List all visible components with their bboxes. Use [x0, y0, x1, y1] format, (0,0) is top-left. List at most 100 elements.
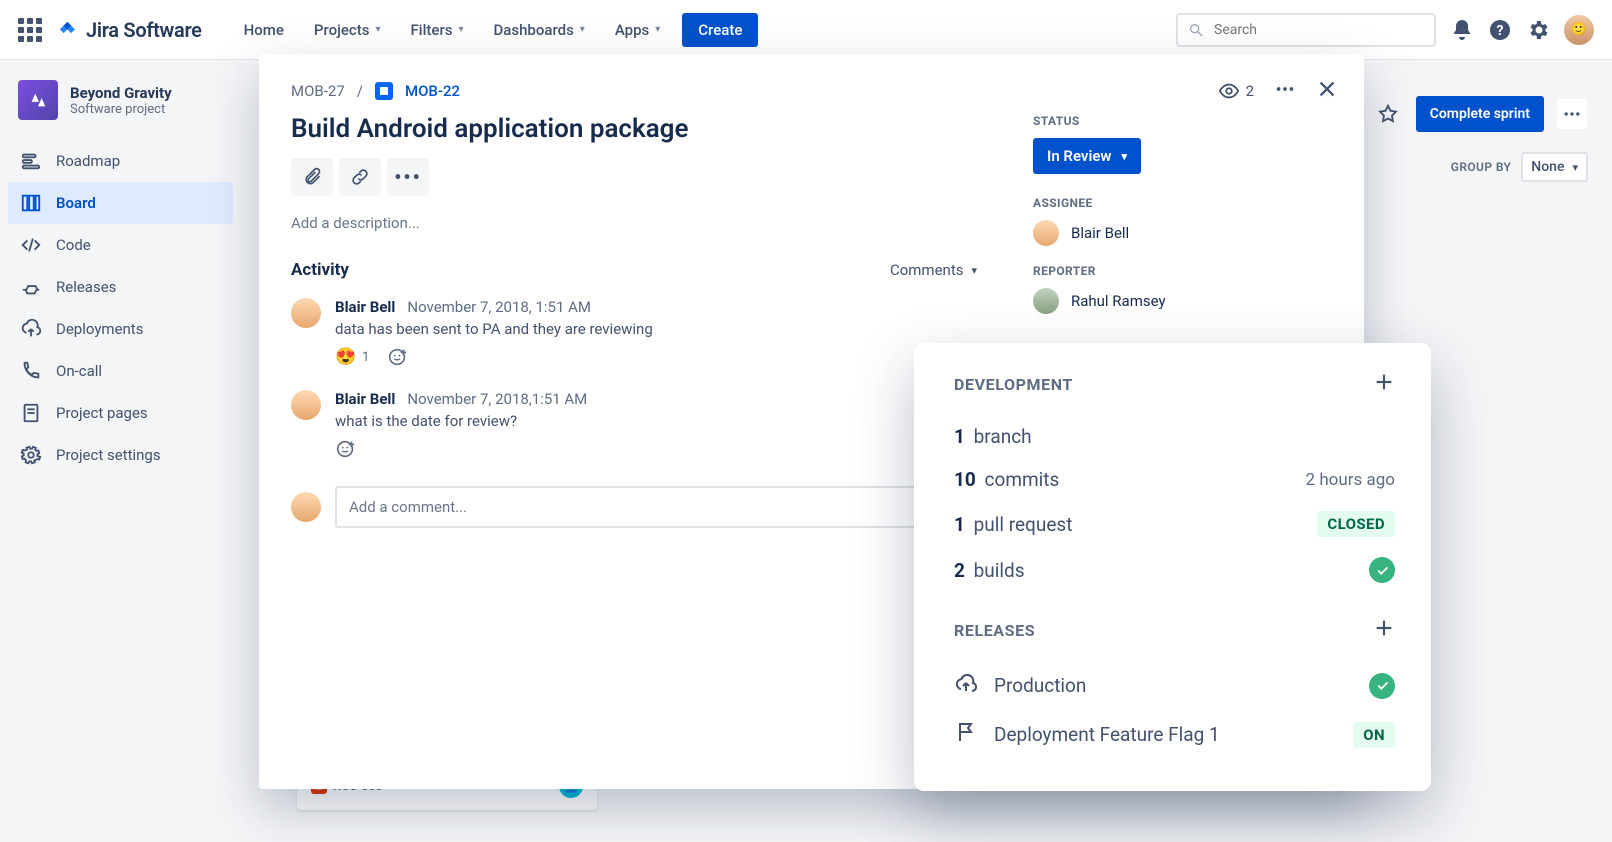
pr-status-badge: CLOSED	[1317, 511, 1395, 537]
dev-branch-row[interactable]: 1 branch	[954, 415, 1395, 458]
project-icon	[18, 80, 58, 120]
link-button[interactable]	[339, 158, 381, 196]
more-icon: •••	[394, 167, 422, 187]
comment-avatar[interactable]	[291, 298, 321, 328]
svg-text:?: ?	[1497, 23, 1504, 39]
reporter-field[interactable]: Rahul Ramsey	[1033, 288, 1334, 314]
development-panel: DEVELOPMENT 1 branch 10 commits2 hours a…	[914, 343, 1431, 791]
comment-body: data has been sent to PA and they are re…	[335, 320, 977, 338]
dev-pr-row[interactable]: 1 pull requestCLOSED	[954, 501, 1395, 547]
assignee-label: ASSIGNEE	[1033, 196, 1334, 210]
add-development-icon[interactable]	[1373, 371, 1395, 397]
comment-body: what is the date for review?	[335, 412, 977, 430]
release-flag-row[interactable]: Deployment Feature Flag 1 ON	[954, 710, 1395, 759]
flag-status-badge: ON	[1353, 722, 1395, 748]
comment-date: November 7, 2018,1:51 AM	[407, 390, 587, 408]
star-icon[interactable]	[1372, 98, 1404, 130]
attachment-icon	[302, 167, 322, 187]
board-icon	[20, 192, 42, 214]
board-more-icon[interactable]	[1556, 98, 1588, 130]
activity-filter[interactable]: Comments▾	[890, 261, 977, 279]
search-input[interactable]	[1212, 21, 1424, 39]
issue-key[interactable]: MOB-22	[405, 82, 460, 100]
close-icon[interactable]	[1316, 78, 1338, 104]
comment-avatar[interactable]	[291, 390, 321, 420]
help-icon[interactable]: ?	[1488, 18, 1512, 42]
global-search[interactable]	[1176, 13, 1436, 47]
comment-author[interactable]: Blair Bell	[335, 390, 395, 408]
flag-icon	[954, 720, 980, 749]
project-sidebar: Beyond Gravity Software project Roadmap …	[0, 60, 241, 842]
success-check-icon	[1369, 557, 1395, 583]
group-by-select[interactable]: None▾	[1521, 152, 1588, 182]
project-header[interactable]: Beyond Gravity Software project	[8, 80, 233, 140]
sidebar-item-pages[interactable]: Project pages	[8, 392, 233, 434]
roadmap-icon	[20, 150, 42, 172]
complete-sprint-button[interactable]: Complete sprint	[1416, 96, 1544, 132]
attach-button[interactable]	[291, 158, 333, 196]
sidebar-item-deployments[interactable]: Deployments	[8, 308, 233, 350]
comment: Blair Bell November 7, 2018,1:51 AM what …	[291, 390, 977, 460]
issue-actions-icon[interactable]	[1274, 78, 1296, 104]
watchers[interactable]: 2	[1218, 80, 1254, 102]
dev-builds-row[interactable]: 2 builds	[954, 547, 1395, 593]
issue-title[interactable]: Build Android application package	[291, 114, 977, 144]
cloud-upload-icon	[954, 671, 980, 700]
app-switcher-icon[interactable]	[18, 18, 42, 42]
comment: Blair Bell November 7, 2018, 1:51 AM data…	[291, 298, 977, 368]
activity-heading: Activity	[291, 260, 349, 280]
breadcrumb: MOB-27 / MOB-22	[291, 82, 977, 100]
nav-dashboards[interactable]: Dashboards▾	[482, 13, 597, 47]
releases-icon	[20, 276, 42, 298]
sidebar-item-code[interactable]: Code	[8, 224, 233, 266]
reporter-avatar	[1033, 288, 1059, 314]
product-name: Jira Software	[86, 18, 202, 42]
code-icon	[20, 234, 42, 256]
project-type: Software project	[70, 102, 172, 117]
notifications-icon[interactable]	[1450, 18, 1474, 42]
status-dropdown[interactable]: In Review▾	[1033, 138, 1141, 174]
reporter-label: REPORTER	[1033, 264, 1334, 278]
product-logo[interactable]: Jira Software	[58, 18, 202, 42]
search-icon	[1188, 22, 1204, 38]
link-icon	[350, 167, 370, 187]
profile-avatar[interactable]: 🙂	[1564, 15, 1594, 45]
reaction[interactable]: 😍1	[335, 347, 369, 367]
comment-date: November 7, 2018, 1:51 AM	[407, 298, 591, 316]
add-reaction-icon[interactable]	[335, 438, 357, 460]
sidebar-item-oncall[interactable]: On-call	[8, 350, 233, 392]
pages-icon	[20, 402, 42, 424]
add-comment-input[interactable]: Add a comment...	[335, 486, 977, 528]
add-reaction-icon[interactable]	[387, 346, 409, 368]
eye-icon	[1218, 80, 1240, 102]
sidebar-item-roadmap[interactable]: Roadmap	[8, 140, 233, 182]
success-check-icon	[1369, 673, 1395, 699]
comment-author[interactable]: Blair Bell	[335, 298, 395, 316]
status-label: STATUS	[1033, 114, 1334, 128]
parent-issue-link[interactable]: MOB-27	[291, 82, 345, 100]
releases-heading: RELEASES	[954, 621, 1035, 640]
assignee-avatar	[1033, 220, 1059, 246]
nav-apps[interactable]: Apps▾	[603, 13, 672, 47]
settings-icon[interactable]	[1526, 18, 1550, 42]
nav-filters[interactable]: Filters▾	[399, 13, 476, 47]
assignee-field[interactable]: Blair Bell	[1033, 220, 1334, 246]
sidebar-item-board[interactable]: Board	[8, 182, 233, 224]
gear-icon	[20, 444, 42, 466]
dev-commits-row[interactable]: 10 commits2 hours ago	[954, 458, 1395, 501]
group-by-label: GROUP BY	[1451, 160, 1512, 174]
issue-more-button[interactable]: •••	[387, 158, 429, 196]
top-nav: Jira Software Home Projects▾ Filters▾ Da…	[0, 0, 1612, 60]
development-heading: DEVELOPMENT	[954, 375, 1073, 394]
nav-projects[interactable]: Projects▾	[302, 13, 393, 47]
sidebar-item-settings[interactable]: Project settings	[8, 434, 233, 476]
nav-home[interactable]: Home	[232, 13, 296, 47]
oncall-icon	[20, 360, 42, 382]
release-production-row[interactable]: Production	[954, 661, 1395, 710]
project-name: Beyond Gravity	[70, 84, 172, 102]
create-button[interactable]: Create	[682, 13, 758, 47]
sidebar-item-releases[interactable]: Releases	[8, 266, 233, 308]
issue-type-icon	[375, 82, 393, 100]
add-release-icon[interactable]	[1373, 617, 1395, 643]
description-placeholder[interactable]: Add a description...	[291, 214, 977, 232]
